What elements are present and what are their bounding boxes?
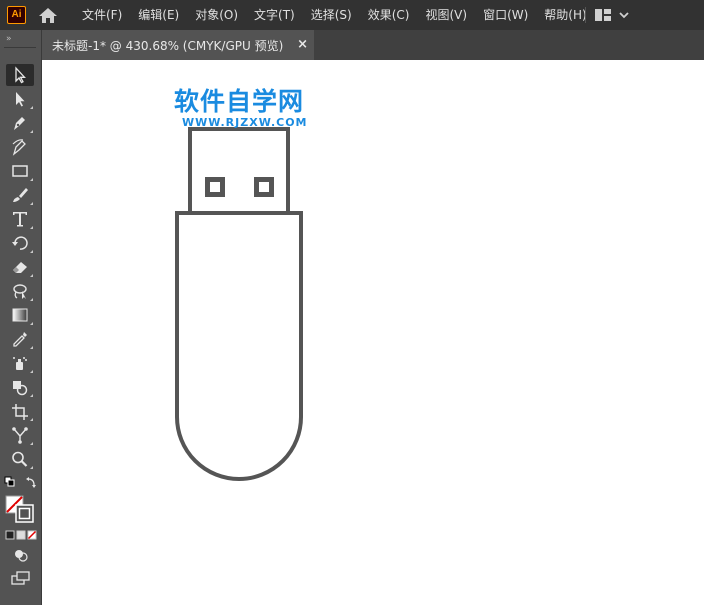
- workspace-switcher-button[interactable]: [594, 7, 634, 23]
- tool-flyout-indicator: [30, 274, 33, 277]
- gradient-tool-icon: [12, 308, 28, 322]
- default-swap-colors-icon[interactable]: [4, 476, 38, 490]
- menu-effect[interactable]: 效果(C): [368, 0, 410, 30]
- artboard-tool[interactable]: [6, 400, 34, 422]
- menu-view[interactable]: 视图(V): [425, 0, 467, 30]
- menu-bar: Ai 文件(F) 编辑(E) 对象(O) 文字(T) 选择(S) 效果(C) 视…: [0, 0, 704, 30]
- tool-flyout-indicator: [30, 346, 33, 349]
- pen-tool-icon: [14, 117, 25, 130]
- menu-items: 文件(F) 编辑(E) 对象(O) 文字(T) 选择(S) 效果(C) 视图(V…: [82, 0, 603, 30]
- menu-help[interactable]: 帮助(H): [544, 0, 586, 30]
- zoom-tool-icon: [12, 451, 28, 467]
- tools-panel: »: [0, 30, 42, 605]
- eraser-tool-icon: [13, 262, 27, 273]
- shape-builder-tool-icon: [13, 381, 28, 396]
- color-mode-buttons[interactable]: [5, 530, 37, 540]
- tool-flyout-indicator: [30, 226, 33, 229]
- document-tab-title: 未标题-1* @ 430.68% (CMYK/GPU 预览): [52, 38, 284, 53]
- tool-flyout-indicator: [30, 298, 33, 301]
- direct-selection-tool-icon: [16, 92, 25, 107]
- close-icon[interactable]: ×: [297, 37, 308, 53]
- menu-type[interactable]: 文字(T): [254, 0, 295, 30]
- toolbar-divider: [4, 47, 36, 48]
- tool-flyout-indicator: [30, 322, 33, 325]
- usb-hole-right: [254, 177, 274, 197]
- gradient-tool[interactable]: [6, 304, 34, 326]
- rectangle-tool[interactable]: [6, 160, 34, 182]
- watermark-url: WWW.RJZXW.COM: [182, 116, 308, 129]
- draw-mode-icon[interactable]: [12, 548, 30, 562]
- type-tool-icon: [13, 212, 27, 227]
- selection-tool-icon: [15, 66, 26, 84]
- chevron-down-icon: [619, 12, 629, 19]
- shape-builder-tool[interactable]: [6, 376, 34, 398]
- tool-flyout-indicator: [30, 130, 33, 133]
- curvature-tool-icon: [12, 139, 26, 156]
- tool-flyout-indicator: [30, 202, 33, 205]
- menu-edit[interactable]: 编辑(E): [138, 0, 179, 30]
- document-tab-bar: 未标题-1* @ 430.68% (CMYK/GPU 预览) ×: [42, 30, 704, 60]
- paintbrush-tool-icon: [13, 188, 28, 202]
- rotate-tool-icon: [12, 236, 28, 250]
- lasso-tool[interactable]: [6, 280, 34, 302]
- usb-body-shape: [175, 211, 303, 481]
- artboard-canvas[interactable]: 软件自学网 WWW.RJZXW.COM: [42, 60, 704, 605]
- tool-flyout-indicator: [30, 418, 33, 421]
- artboard-tool-icon: [12, 404, 28, 420]
- curvature-tool[interactable]: [6, 136, 34, 158]
- usb-connector-shape: [188, 127, 290, 215]
- symbol-sprayer-tool-icon: [13, 357, 27, 370]
- menu-window[interactable]: 窗口(W): [483, 0, 528, 30]
- workspace-layout-icon: [595, 9, 611, 21]
- fill-stroke-swatches[interactable]: [5, 495, 37, 523]
- puppet-warp-tool[interactable]: [6, 424, 34, 446]
- tool-flyout-indicator: [30, 442, 33, 445]
- direct-selection-tool[interactable]: [6, 88, 34, 110]
- type-tool[interactable]: [6, 208, 34, 230]
- eraser-tool[interactable]: [6, 256, 34, 278]
- menu-separator: [585, 7, 586, 23]
- pen-tool[interactable]: [6, 112, 34, 134]
- home-icon[interactable]: [37, 6, 59, 24]
- zoom-tool[interactable]: [6, 448, 34, 470]
- tool-flyout-indicator: [30, 394, 33, 397]
- tool-flyout-indicator: [30, 370, 33, 373]
- eyedropper-tool[interactable]: [6, 328, 34, 350]
- puppet-warp-tool-icon: [12, 427, 28, 444]
- tool-flyout-indicator: [30, 106, 33, 109]
- watermark-title: 软件自学网: [174, 87, 305, 116]
- menu-object[interactable]: 对象(O): [195, 0, 238, 30]
- tool-flyout-indicator: [30, 466, 33, 469]
- menu-file[interactable]: 文件(F): [82, 0, 122, 30]
- fill-stroke-icon: [5, 495, 34, 523]
- tool-flyout-indicator: [30, 250, 33, 253]
- menu-select[interactable]: 选择(S): [311, 0, 352, 30]
- illustrator-window: Ai 文件(F) 编辑(E) 对象(O) 文字(T) 选择(S) 效果(C) 视…: [0, 0, 704, 605]
- document-tab[interactable]: 未标题-1* @ 430.68% (CMYK/GPU 预览) ×: [42, 30, 314, 60]
- symbol-sprayer-tool[interactable]: [6, 352, 34, 374]
- rotate-tool[interactable]: [6, 232, 34, 254]
- app-logo: Ai: [7, 6, 26, 24]
- collapse-panel-icon[interactable]: »: [6, 34, 11, 44]
- watermark: 软件自学网 WWW.RJZXW.COM: [174, 87, 308, 129]
- paintbrush-tool[interactable]: [6, 184, 34, 206]
- tool-flyout-indicator: [30, 178, 33, 181]
- eyedropper-tool-icon: [13, 332, 27, 347]
- lasso-tool-icon: [13, 284, 27, 299]
- screen-mode-icon[interactable]: [10, 570, 32, 586]
- usb-drive-drawing[interactable]: [42, 60, 704, 605]
- selection-tool[interactable]: [6, 64, 34, 86]
- rectangle-tool-icon: [12, 165, 28, 177]
- usb-hole-left: [205, 177, 225, 197]
